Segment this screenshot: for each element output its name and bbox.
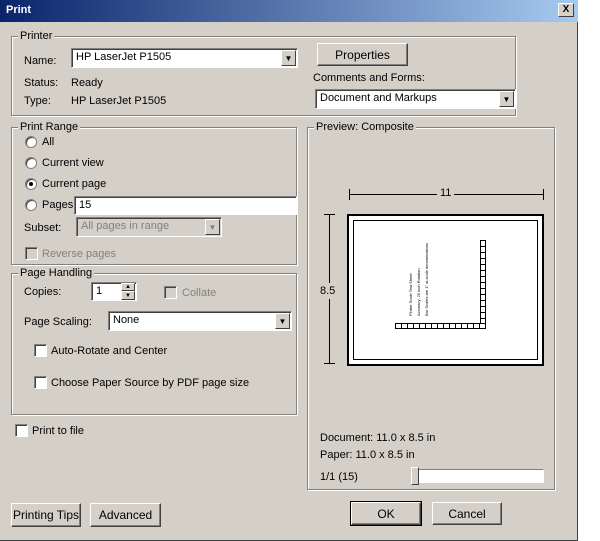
printer-status-label: Status: (24, 77, 59, 89)
width-dimension-tick-right (543, 189, 544, 200)
page-text-line: Accuracy: 25 inch Rotation (416, 268, 421, 316)
radio-all-label: All (42, 136, 55, 148)
horizontal-scale-bar (395, 323, 486, 329)
printer-type-value: HP LaserJet P1505 (71, 95, 167, 107)
chevron-down-icon: ▼ (205, 219, 220, 235)
page-scaling-value: None (113, 314, 140, 326)
page-handling-legend: Page Handling (18, 267, 95, 279)
subset-label: Subset: (24, 222, 62, 234)
vertical-scale-bar (480, 240, 486, 329)
pages-input-value: 15 (79, 199, 92, 211)
pages-input[interactable]: 15 (74, 196, 297, 215)
width-dimension-label: 11 (437, 187, 455, 199)
height-dimension-label: 8.5 (320, 283, 336, 299)
height-dimension-tick-top (324, 214, 335, 215)
properties-button-label: Properties (335, 47, 390, 62)
subset-select[interactable]: All pages in range ▼ (76, 217, 222, 237)
printer-legend: Printer (18, 30, 55, 42)
preview-legend: Preview: Composite (314, 121, 416, 133)
paper-source-label: Choose Paper Source by PDF page size (51, 377, 250, 389)
close-icon: X (562, 4, 570, 15)
page-text-line: Plotter Scale Test Sheet (408, 273, 413, 316)
collate-checkbox[interactable] (164, 286, 177, 299)
page-scaling-select[interactable]: None ▼ (108, 311, 292, 331)
comments-forms-value: Document and Markups (320, 92, 437, 104)
radio-pages[interactable] (25, 199, 37, 211)
reverse-pages-checkbox[interactable] (25, 247, 38, 260)
radio-current-page[interactable] (25, 178, 37, 190)
comments-forms-select[interactable]: Document and Markups ▼ (315, 89, 516, 109)
page-slider-thumb[interactable] (411, 467, 419, 485)
auto-rotate-label: Auto-Rotate and Center (51, 345, 168, 357)
close-button[interactable]: X (558, 3, 574, 17)
print-range-legend: Print Range (18, 121, 81, 133)
height-dimension-tick-bottom (324, 363, 335, 364)
spin-up-icon[interactable]: ▲ (121, 283, 135, 291)
advanced-button-label: Advanced (98, 508, 153, 522)
width-dimension-tick-left (349, 189, 350, 200)
printing-tips-button-label: Printing Tips (12, 508, 80, 522)
radio-all[interactable] (25, 136, 37, 148)
page-scaling-label: Page Scaling: (24, 316, 92, 328)
paper-source-checkbox[interactable] (34, 376, 47, 389)
auto-rotate-checkbox[interactable] (34, 344, 47, 357)
reverse-pages-label: Reverse pages (42, 248, 116, 260)
comments-forms-label: Comments and Forms: (313, 72, 425, 84)
printer-name-value: HP LaserJet P1505 (76, 51, 172, 63)
cancel-button-label: Cancel (448, 506, 486, 521)
chevron-down-icon[interactable]: ▼ (499, 91, 514, 107)
printer-name-label: Name: (24, 55, 57, 67)
page-slider-track[interactable] (413, 469, 544, 483)
ok-button[interactable]: OK (350, 501, 422, 526)
page-counter-label: 1/1 (15) (320, 471, 358, 483)
page-preview-text: Plotter Scale Test Sheet Accuracy: 25 in… (407, 226, 439, 316)
chevron-down-icon[interactable]: ▼ (281, 50, 296, 66)
page-preview-inner-border (353, 220, 538, 360)
advanced-button[interactable]: Advanced (90, 503, 161, 527)
properties-button[interactable]: Properties (317, 43, 408, 66)
chevron-down-icon[interactable]: ▼ (275, 313, 290, 329)
radio-current-view[interactable] (25, 157, 37, 169)
collate-label: Collate (182, 287, 217, 299)
copies-value: 1 (96, 285, 103, 297)
page-preview: Plotter Scale Test Sheet Accuracy: 25 in… (347, 214, 544, 366)
copies-label: Copies: (24, 286, 62, 298)
radio-current-view-label: Current view (42, 157, 104, 169)
printing-tips-button[interactable]: Printing Tips (11, 503, 81, 527)
paper-size-label: Paper: 11.0 x 8.5 in (320, 449, 415, 461)
page-text-line: Bar Scales are 1" at scale denominations (424, 242, 429, 316)
radio-current-page-label: Current page (42, 178, 107, 190)
print-to-file-checkbox[interactable] (15, 424, 28, 437)
print-to-file-label: Print to file (32, 425, 84, 437)
printer-type-label: Type: (24, 95, 51, 107)
spin-down-icon[interactable]: ▼ (121, 291, 135, 300)
printer-status-value: Ready (71, 77, 103, 89)
subset-value: All pages in range (81, 220, 170, 232)
radio-pages-label: Pages (42, 199, 74, 211)
cancel-button[interactable]: Cancel (432, 502, 502, 525)
ok-button-label: OK (377, 506, 395, 521)
window-title: Print (6, 4, 32, 16)
document-size-label: Document: 11.0 x 8.5 in (320, 432, 436, 444)
title-bar[interactable]: Print X (0, 0, 578, 22)
printer-name-select[interactable]: HP LaserJet P1505 ▼ (71, 48, 298, 68)
print-dialog: Print X Printer Name: HP LaserJet P1505 … (0, 0, 578, 541)
